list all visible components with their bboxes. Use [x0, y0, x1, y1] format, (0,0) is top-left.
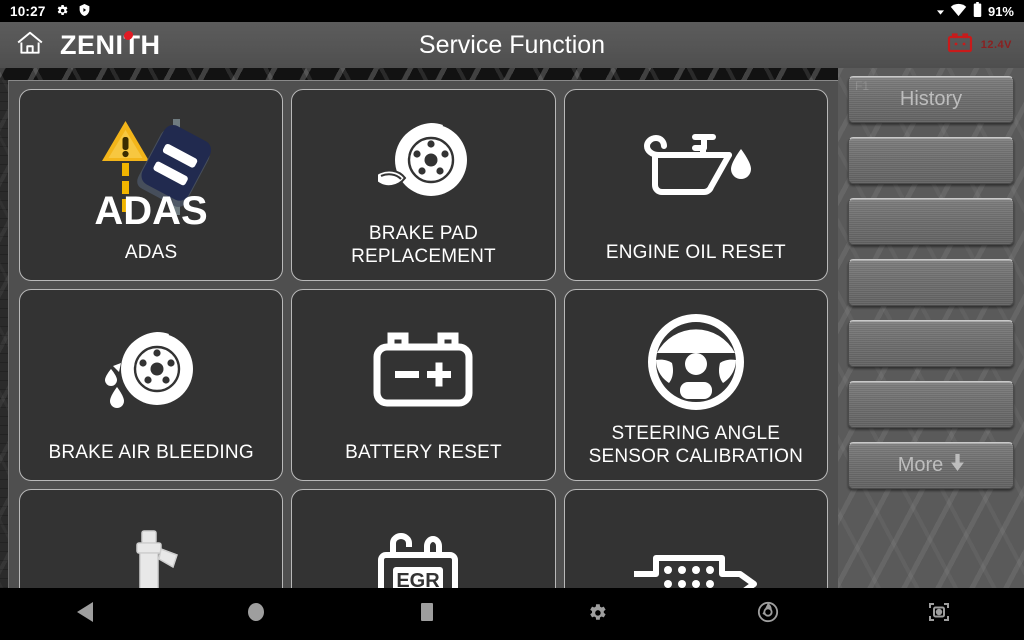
status-bar-clock: 10:27	[10, 3, 46, 19]
tile-label: BRAKE PAD REPLACEMENT	[351, 223, 496, 267]
browser-button[interactable]	[683, 601, 854, 628]
settings-button[interactable]	[512, 601, 683, 628]
brand-name: ZENITH	[60, 29, 161, 60]
shield-play-icon	[78, 3, 91, 20]
tile-brake-pad-replacement[interactable]: BRAKE PAD REPLACEMENT	[291, 89, 556, 281]
fkey-label-more: More	[898, 454, 965, 477]
battery-percentage: 91%	[987, 3, 1014, 19]
android-navigation-bar	[0, 588, 1024, 640]
recents-square-icon	[419, 601, 435, 628]
adas-icon: ADAS	[28, 100, 274, 242]
back-button[interactable]	[0, 601, 171, 628]
arrow-down-icon	[951, 454, 965, 477]
oil-can-icon	[573, 100, 819, 242]
brake-bleed-icon	[28, 300, 274, 442]
tile-label: BRAKE AIR BLEEDING	[48, 441, 254, 463]
fkey-tag: F1	[855, 79, 870, 93]
svg-text:EGR: EGR	[397, 570, 441, 588]
voltage-readout: 12.4V	[980, 39, 1012, 51]
tablet-screen: 10:27 91% ZENITH Service Function 12.4V …	[0, 0, 1024, 640]
tile-brake-air-bleeding[interactable]: BRAKE AIR BLEEDING	[19, 289, 284, 481]
tile-label: STEERING ANGLE SENSOR CALIBRATION	[588, 423, 804, 467]
battery-icon	[973, 2, 982, 20]
battery-terminals-icon	[300, 300, 546, 442]
fkey-2[interactable]	[848, 137, 1014, 184]
service-function-grid: ADAS ADAS BRAKE PAD REPLACEMENT ENGINE O…	[9, 81, 838, 588]
screenshot-button[interactable]	[853, 601, 1024, 628]
wifi-icon	[950, 3, 967, 20]
fkey-3[interactable]	[848, 198, 1014, 245]
fkey-more[interactable]: More	[848, 442, 1014, 489]
tile-adas[interactable]: ADAS ADAS	[19, 89, 284, 281]
tile-battery-reset[interactable]: BATTERY RESET	[291, 289, 556, 481]
fkey-5[interactable]	[848, 320, 1014, 367]
service-function-panel: ADAS ADAS BRAKE PAD REPLACEMENT ENGINE O…	[8, 80, 838, 588]
tile-steering-angle-sensor-calibration[interactable]: STEERING ANGLE SENSOR CALIBRATION	[563, 289, 828, 481]
home-circle-icon	[246, 601, 266, 628]
tile-label: ENGINE OIL RESET	[605, 241, 786, 263]
tile-fuel-injector[interactable]	[19, 489, 284, 588]
gear-icon	[55, 3, 69, 20]
app-title-bar: ZENITH Service Function 12.4V	[0, 22, 1024, 68]
status-bar-left: 10:27	[10, 3, 91, 20]
egr-valve-icon: EGR	[300, 500, 546, 588]
back-icon	[75, 601, 95, 628]
brake-disc-icon	[300, 100, 546, 223]
tile-label: ADAS	[124, 241, 178, 263]
recents-button[interactable]	[341, 601, 512, 628]
android-status-bar: 10:27 91%	[0, 0, 1024, 22]
steering-wheel-icon	[573, 300, 819, 423]
fkey-history[interactable]: F1 History	[848, 76, 1014, 123]
dpf-filter-icon	[573, 500, 819, 588]
home-button[interactable]	[0, 30, 60, 61]
tile-egr-valve[interactable]: EGR	[291, 489, 556, 588]
chrome-browser-icon	[757, 601, 779, 628]
tile-engine-oil-reset[interactable]: ENGINE OIL RESET	[563, 89, 828, 281]
status-bar-right: 91%	[936, 2, 1014, 20]
fkey-6[interactable]	[848, 381, 1014, 428]
fkey-4[interactable]	[848, 259, 1014, 306]
top-texture-strip	[0, 68, 838, 80]
fuel-injector-icon	[28, 500, 274, 588]
brand-logo: ZENITH	[60, 30, 161, 61]
dropdown-caret-icon	[936, 4, 944, 19]
fkey-label: History	[899, 88, 963, 110]
more-text: More	[897, 454, 944, 476]
tile-label: BATTERY RESET	[345, 441, 502, 463]
svg-text:ADAS: ADAS	[94, 189, 207, 231]
main-content-area: ADAS ADAS BRAKE PAD REPLACEMENT ENGINE O…	[0, 68, 1024, 588]
title-bar-right[interactable]: 12.4V	[945, 31, 1024, 60]
function-key-sidebar: F1 History More	[838, 68, 1024, 588]
settings-gear-icon	[586, 601, 608, 628]
home-icon	[16, 30, 44, 61]
screenshot-camera-icon	[927, 601, 951, 628]
tile-dpf-filter[interactable]	[563, 489, 828, 588]
home-button-nav[interactable]	[171, 601, 342, 628]
car-battery-icon	[945, 31, 975, 60]
